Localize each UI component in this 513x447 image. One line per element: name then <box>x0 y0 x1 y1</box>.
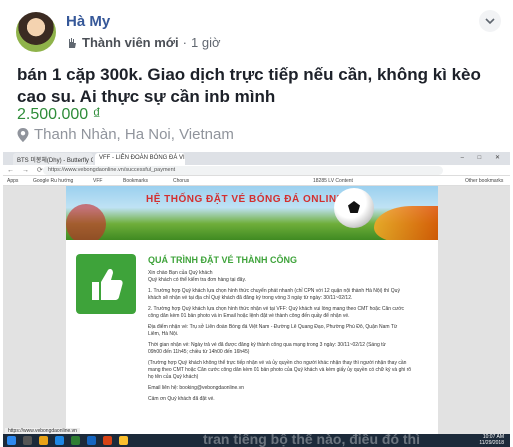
url-field[interactable]: https://www.vebongdaonline.vn/successful… <box>43 166 443 175</box>
author-name[interactable]: Hà My <box>66 13 110 30</box>
content-line: 2. Trường hợp Quý khách lựa chọn hình th… <box>148 306 405 312</box>
content-line: Xin chào Bạn của Quý khách <box>148 270 213 276</box>
content-line: họ tên của Quý khách) <box>148 374 199 380</box>
content-line: Thời gian nhận vé: Ngày trả vé đã được đ… <box>148 342 386 348</box>
browser-tab-active[interactable]: VFF - LIÊN ĐOÀN BÓNG ĐÁ VIỆ... <box>95 153 185 165</box>
browser-url-bar: ← → ⟳ https://www.vebongdaonline.vn/succ… <box>3 165 510 176</box>
photo-overlay-text: tran tiếng bộ thể nào, điều đó thì <box>203 431 420 447</box>
browser-nav-icons[interactable]: ← → ⟳ <box>7 166 46 174</box>
edge-icon[interactable] <box>55 436 64 445</box>
banner-title: HỆ THỐNG ĐẶT VÉ BÓNG ĐÁ ONLINE <box>146 194 344 205</box>
file-explorer-icon[interactable] <box>39 436 48 445</box>
avatar[interactable] <box>16 12 56 52</box>
location-text: Thanh Nhàn, Ha Noi, Vietnam <box>34 126 234 143</box>
member-badge[interactable]: Thành viên mới <box>82 35 179 50</box>
browser-tab[interactable]: BTS 미봉체(Dhy) - Butterfly Co... <box>13 153 93 165</box>
flame-decoration <box>374 206 438 240</box>
bookmarks-bar: Apps Google Ru hướng VFF Bookmarks Choru… <box>3 176 510 186</box>
listing-location[interactable]: Thanh Nhàn, Ha Noi, Vietnam <box>17 126 234 143</box>
content-line: Liêm, Hà Nội. <box>148 331 179 337</box>
location-pin-icon <box>17 127 29 142</box>
bookmark-item[interactable]: Other bookmarks <box>465 178 503 184</box>
start-icon[interactable] <box>7 436 16 445</box>
content-line: (Trường hợp Quý khách không thể trực tiế… <box>148 360 407 366</box>
window-controls[interactable]: – □ ✕ <box>461 154 506 161</box>
meta-separator: · <box>182 35 187 50</box>
browser-tab-bar: BTS 미봉체(Dhy) - Butterfly Co... VFF - LIÊ… <box>3 152 510 165</box>
clock-date: 11/29/2018 <box>479 439 504 446</box>
chevron-down-icon <box>485 18 495 25</box>
word-icon[interactable] <box>87 436 96 445</box>
content-line: công dân kèm 01 bản photo và in Email ho… <box>148 313 350 319</box>
site-banner: HỆ THỐNG ĐẶT VÉ BÓNG ĐÁ ONLINE <box>66 186 438 240</box>
taskbar-clock[interactable]: 10:07 AM 11/29/2018 <box>479 434 504 446</box>
content-line: mang theo CMT hoặc Căn cước công dân kèm… <box>148 367 412 373</box>
powerpoint-icon[interactable] <box>103 436 112 445</box>
content-line: Quý khách có thể kiểm tra đơn hàng tại đ… <box>148 277 246 283</box>
marketplace-post-card: Hà My Thành viên mới · 1 giờ bán 1 cặp 3… <box>0 0 513 447</box>
excel-icon[interactable] <box>71 436 80 445</box>
success-content: QUÁ TRÌNH ĐẶT VÉ THÀNH CÔNG Xin chào Bạn… <box>66 240 438 436</box>
content-line: 1. Trường hợp Quý khách lựa chọn hình th… <box>148 288 400 294</box>
webpage: HỆ THỐNG ĐẶT VÉ BÓNG ĐÁ ONLINE QUÁ TRÌNH… <box>3 186 510 436</box>
content-line: 09h00 đến 11h45; chiều từ 14h00 đến 16h4… <box>148 349 250 355</box>
contact-email[interactable]: Email liên hệ: booking@vebongdaonline.vn <box>148 385 430 392</box>
post-options-button[interactable] <box>479 10 501 32</box>
windows-taskbar: tran tiếng bộ thể nào, điều đó thì 10:07… <box>3 431 510 447</box>
listing-price: 2.500.000 ₫ <box>17 106 101 123</box>
banner-logo-icon <box>66 204 106 240</box>
bookmark-item[interactable]: VFF <box>93 178 102 184</box>
search-icon[interactable] <box>23 436 32 445</box>
content-line: khách sẽ nhận vé tại địa chỉ Quý khách đ… <box>148 295 353 301</box>
post-time[interactable]: 1 giờ <box>191 35 221 50</box>
success-title: QUÁ TRÌNH ĐẶT VÉ THÀNH CÔNG <box>148 255 297 265</box>
bookmark-item[interactable]: Apps <box>7 178 18 184</box>
soccer-ball-icon <box>334 188 374 228</box>
thumbs-up-icon <box>76 254 136 314</box>
bookmark-item[interactable]: 18285 LV Content <box>313 178 353 184</box>
bookmark-item[interactable]: Google Ru hướng <box>33 178 73 184</box>
post-meta: Thành viên mới · 1 giờ <box>66 35 221 50</box>
post-text: bán 1 cặp 300k. Giao dịch trực tiếp nếu … <box>17 65 481 106</box>
content-line: Cảm ơn Quý khách đã đặt vé. <box>148 396 215 402</box>
bookmark-item[interactable]: Bookmarks <box>123 178 148 184</box>
chrome-icon[interactable] <box>119 436 128 445</box>
post-photo[interactable]: BTS 미봉체(Dhy) - Butterfly Co... VFF - LIÊ… <box>3 152 510 447</box>
bookmark-item[interactable]: Chorus <box>173 178 189 184</box>
new-member-hand-icon <box>69 37 76 48</box>
content-line: Địa điểm nhận vé: Trụ sở Liên đoàn Bóng … <box>148 324 398 330</box>
